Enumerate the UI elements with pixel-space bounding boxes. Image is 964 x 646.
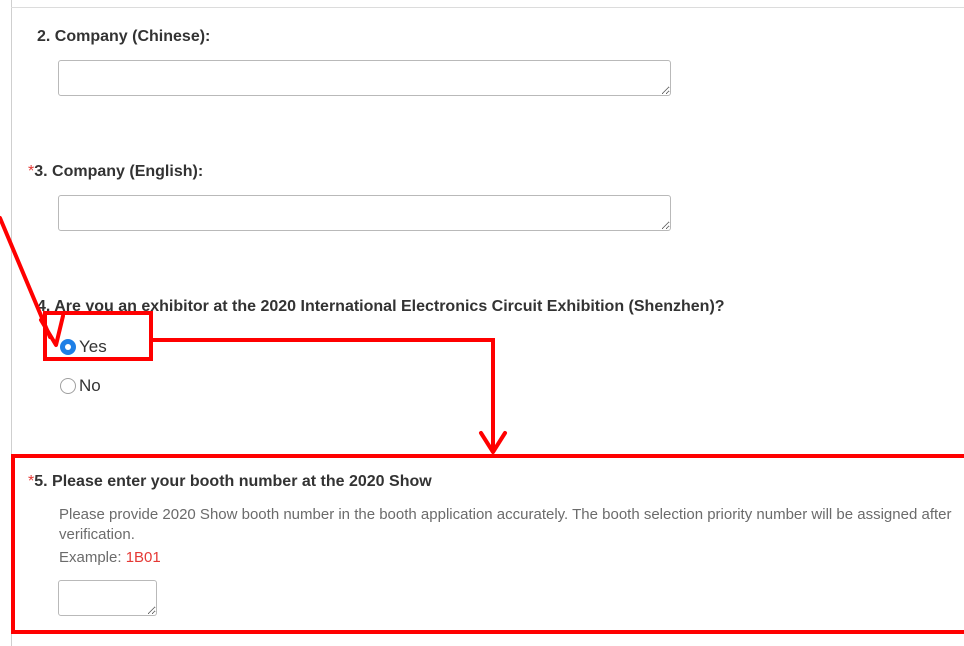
question-2-title: 2. Company (Chinese): [37, 28, 210, 46]
radio-option-no-label: No [79, 376, 101, 395]
radio-option-yes-label: Yes [79, 337, 107, 356]
annotation-down-arrowhead-icon [479, 431, 507, 454]
question-4-title: 4. Are you an exhibitor at the 2020 Inte… [37, 298, 725, 316]
radio-option-no[interactable]: No [60, 376, 101, 396]
question-3-title: *3. Company (English): [28, 163, 203, 181]
annotation-connector-line [151, 338, 495, 450]
question-3-number: 3. [34, 163, 48, 180]
question-5-title: *5. Please enter your booth number at th… [28, 473, 432, 491]
question-5-number: 5. [34, 473, 48, 490]
radio-option-yes[interactable]: Yes [60, 337, 107, 357]
question-2-label: Company (Chinese): [54, 28, 211, 45]
radio-checked-icon[interactable] [60, 339, 76, 355]
question-5-example: Example: 1B01 [59, 549, 161, 566]
company-english-input[interactable] [58, 195, 671, 231]
question-2-number: 2. [37, 28, 51, 45]
question-5-description: Please provide 2020 Show booth number in… [59, 506, 952, 543]
company-chinese-input[interactable] [58, 60, 671, 96]
form-border-left [11, 0, 12, 646]
form-border-top [11, 7, 964, 8]
annotation-diagonal-arrow [0, 216, 52, 339]
question-3-label: Company (English): [52, 163, 204, 180]
radio-unchecked-icon[interactable] [60, 378, 76, 394]
question-4-number: 4. [37, 298, 51, 315]
example-label: Example: [59, 549, 122, 566]
example-value: 1B01 [125, 549, 161, 566]
question-5-label: Please enter your booth number at the 20… [52, 473, 432, 490]
question-4-label: Are you an exhibitor at the 2020 Interna… [54, 298, 725, 315]
booth-number-input[interactable] [58, 580, 157, 616]
